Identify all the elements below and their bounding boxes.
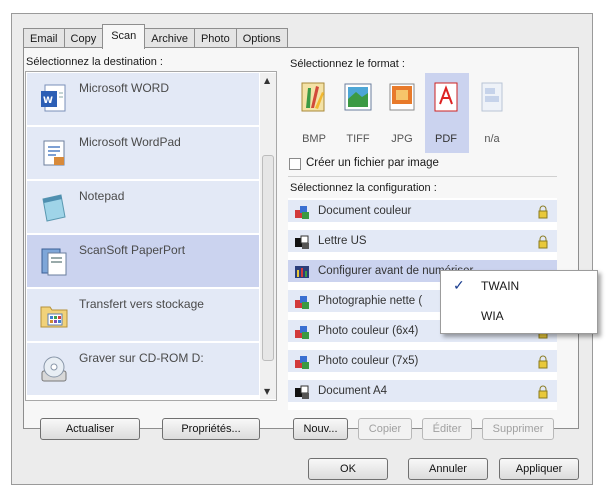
destination-item-cd[interactable]: Graver sur CD-ROM D:: [27, 343, 259, 397]
tab-email[interactable]: Email: [23, 28, 65, 48]
configure-icon: [295, 266, 309, 278]
destination-label: Sélectionnez la destination :: [26, 56, 163, 68]
config-item-label: Document A4: [318, 385, 388, 397]
paperport-icon: [41, 248, 67, 276]
delete-config-button[interactable]: Supprimer: [482, 418, 554, 440]
destination-item-notepad[interactable]: Notepad: [27, 181, 259, 235]
menu-item-twain[interactable]: ✓ TWAIN: [441, 273, 597, 301]
format-label-text: TIFF: [346, 133, 370, 145]
config-item-label: Document couleur: [318, 205, 412, 217]
lock-icon: [538, 385, 548, 399]
config-item-us-letter[interactable]: Lettre US: [288, 230, 557, 254]
destination-list[interactable]: W Microsoft WORD Microsoft WordPad Notep…: [25, 71, 277, 401]
destination-item-label: Transfert vers stockage: [79, 297, 204, 311]
one-file-per-image-checkbox[interactable]: [289, 158, 301, 170]
config-item-color-photo-7x5[interactable]: Photo couleur (7x5): [288, 350, 557, 374]
config-item-label: Photo couleur (6x4): [318, 325, 419, 337]
edit-config-button[interactable]: Éditer: [422, 418, 472, 440]
format-option-tiff[interactable]: TIFF: [337, 73, 379, 153]
tab-copy[interactable]: Copy: [63, 28, 104, 48]
word-icon: W: [41, 84, 66, 112]
section-divider: [288, 176, 557, 177]
format-label: Sélectionnez le format :: [290, 58, 405, 70]
color-blocks-icon: [295, 356, 309, 369]
lock-icon: [538, 235, 548, 249]
bw-blocks-icon: [295, 235, 309, 249]
format-option-bmp[interactable]: BMP: [293, 73, 335, 153]
configuration-label: Sélectionnez la configuration :: [290, 182, 437, 194]
notepad-icon: [42, 194, 66, 222]
destination-item-word[interactable]: W Microsoft WORD: [27, 73, 259, 127]
cancel-button[interactable]: Annuler: [408, 458, 488, 480]
scroll-down-icon[interactable]: ▼: [264, 387, 270, 396]
format-label-text: n/a: [484, 133, 500, 145]
scrollbar-thumb[interactable]: [262, 155, 274, 361]
tab-scan[interactable]: Scan: [102, 24, 146, 49]
color-blocks-icon: [295, 296, 309, 309]
storage-folder-icon: [40, 306, 68, 328]
new-config-button[interactable]: Nouv...: [293, 418, 348, 440]
menu-item-wia[interactable]: WIA: [441, 303, 597, 331]
scroll-up-icon[interactable]: ▲: [264, 76, 270, 85]
color-blocks-icon: [295, 326, 309, 339]
color-blocks-icon: [295, 206, 309, 219]
destination-item-paperport[interactable]: ScanSoft PaperPort: [27, 235, 259, 289]
svg-text:W: W: [43, 96, 53, 106]
tiff-icon: [344, 83, 372, 111]
menu-item-label: WIA: [481, 309, 504, 323]
copy-config-button[interactable]: Copier: [358, 418, 412, 440]
tab-strip: Email Copy Scan Archive Photo Options: [23, 24, 288, 49]
destination-item-label: Microsoft WordPad: [79, 135, 181, 149]
format-option-jpg[interactable]: JPG: [381, 73, 423, 153]
scan-driver-context-menu: ✓ TWAIN WIA: [440, 270, 598, 334]
format-option-pdf[interactable]: PDF: [425, 73, 469, 153]
refresh-button[interactable]: Actualiser: [40, 418, 140, 440]
destination-item-label: Graver sur CD-ROM D:: [79, 351, 204, 365]
wordpad-icon: [43, 140, 65, 166]
bw-blocks-icon: [295, 385, 309, 399]
tab-photo[interactable]: Photo: [193, 28, 237, 48]
properties-button[interactable]: Propriétés...: [162, 418, 260, 440]
format-option-na[interactable]: n/a: [471, 73, 513, 153]
na-icon: [481, 82, 503, 112]
cd-burn-icon: [41, 356, 67, 382]
lock-icon: [538, 205, 548, 219]
config-item-label: Lettre US: [318, 235, 367, 247]
tab-options[interactable]: Options: [235, 28, 288, 48]
config-item-color-document[interactable]: Document couleur: [288, 200, 557, 224]
format-label-text: PDF: [435, 133, 457, 145]
checkmark-icon: ✓: [453, 277, 465, 293]
menu-item-label: TWAIN: [481, 279, 520, 293]
config-item-a4-document[interactable]: Document A4: [288, 380, 557, 404]
destination-scrollbar[interactable]: ▲ ▼: [260, 73, 276, 399]
config-item-label: Photographie nette (: [318, 295, 423, 307]
destination-item-wordpad[interactable]: Microsoft WordPad: [27, 127, 259, 181]
tab-archive[interactable]: Archive: [144, 28, 195, 48]
config-item-label: Photo couleur (7x5): [318, 355, 419, 367]
lock-icon: [538, 355, 548, 369]
destination-item-label: Microsoft WORD: [79, 81, 169, 95]
destination-item-storage[interactable]: Transfert vers stockage: [27, 289, 259, 343]
pdf-icon: [434, 82, 458, 112]
format-label-text: JPG: [391, 133, 413, 145]
apply-button[interactable]: Appliquer: [499, 458, 579, 480]
destination-item-label: ScanSoft PaperPort: [79, 243, 186, 257]
destination-item-label: Notepad: [79, 189, 125, 203]
format-label-text: BMP: [302, 133, 326, 145]
jpg-icon: [389, 83, 415, 111]
one-file-per-image-label: Créer un fichier par image: [306, 157, 439, 169]
ok-button[interactable]: OK: [308, 458, 388, 480]
bmp-icon: [301, 82, 325, 112]
